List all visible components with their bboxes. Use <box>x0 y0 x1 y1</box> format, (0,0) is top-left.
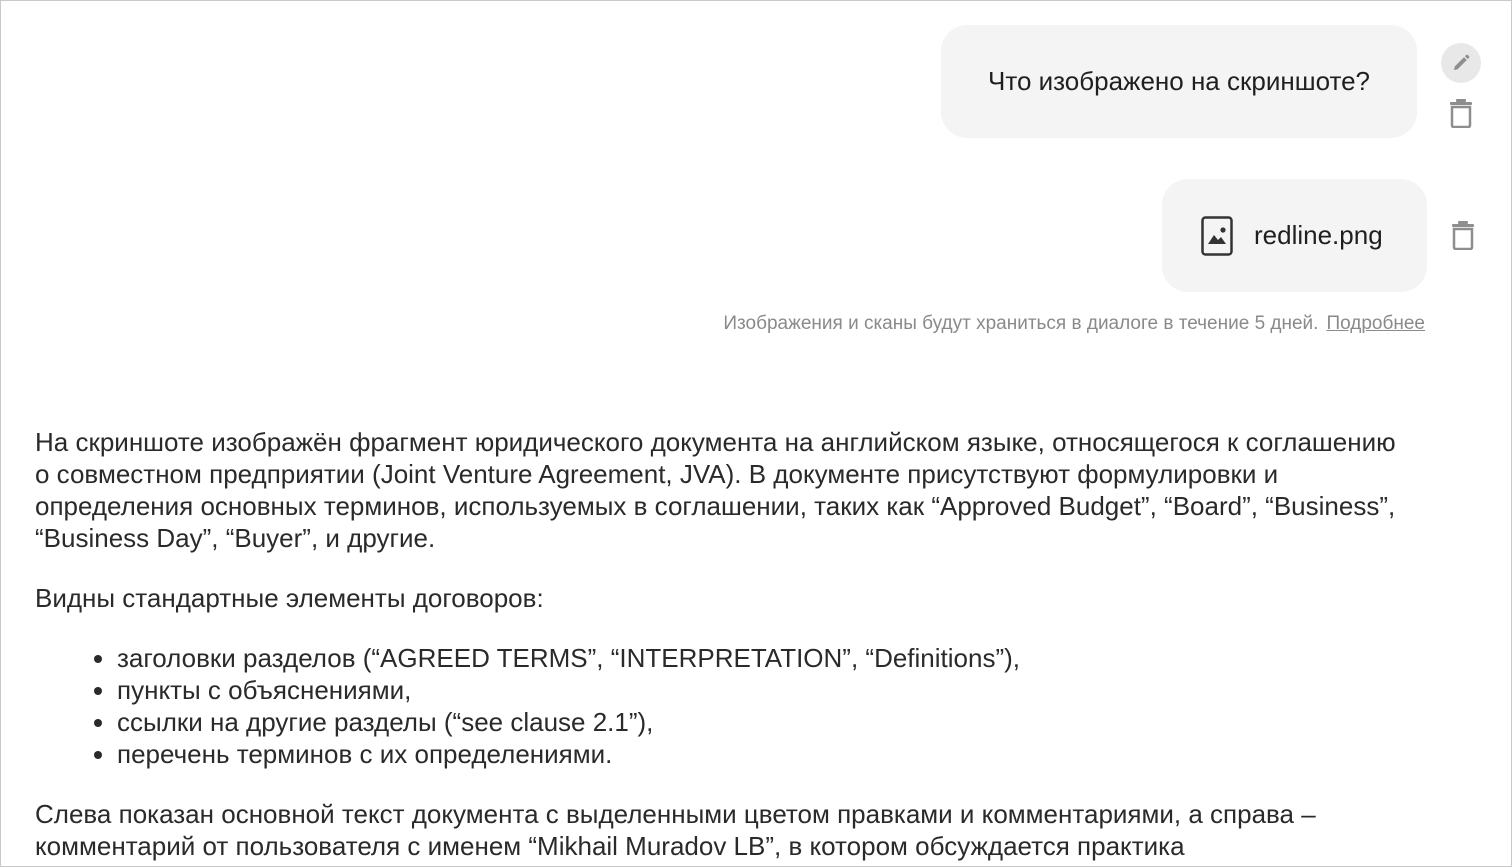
chat-window: Что изображено на скриншоте? redline.png <box>0 0 1512 867</box>
user-message-bubble: Что изображено на скриншоте? <box>941 25 1417 138</box>
list-item: пункты с объяснениями, <box>117 674 1415 706</box>
list-item: заголовки разделов (“AGREED TERMS”, “INT… <box>117 642 1415 674</box>
retention-notice: Изображения и сканы будут храниться в ди… <box>723 313 1425 335</box>
answer-bullet-list: заголовки разделов (“AGREED TERMS”, “INT… <box>35 642 1415 770</box>
learn-more-link[interactable]: Подробнее <box>1326 313 1425 334</box>
user-message-text: Что изображено на скриншоте? <box>988 66 1370 96</box>
list-item: перечень терминов с их определениями. <box>117 738 1415 770</box>
delete-attachment-button[interactable] <box>1449 218 1477 252</box>
pencil-icon <box>1454 54 1470 70</box>
edit-message-button[interactable] <box>1441 43 1481 83</box>
answer-paragraph: Слева показан основной текст документа с… <box>35 799 1316 861</box>
trash-icon <box>1452 221 1474 250</box>
trash-icon <box>1450 99 1472 128</box>
attachment-bubble[interactable]: redline.png <box>1162 179 1427 292</box>
image-file-icon <box>1200 215 1234 256</box>
list-item: ссылки на другие разделы (“see clause 2.… <box>117 706 1415 738</box>
retention-notice-text: Изображения и сканы будут храниться в ди… <box>723 313 1319 334</box>
answer-paragraph: На скриншоте изображён фрагмент юридичес… <box>35 427 1396 553</box>
assistant-answer: На скриншоте изображён фрагмент юридичес… <box>35 426 1415 862</box>
attachment-file-name: redline.png <box>1254 220 1383 250</box>
answer-paragraph: Видны стандартные элементы договоров: <box>35 583 544 613</box>
delete-message-button[interactable] <box>1447 96 1475 130</box>
